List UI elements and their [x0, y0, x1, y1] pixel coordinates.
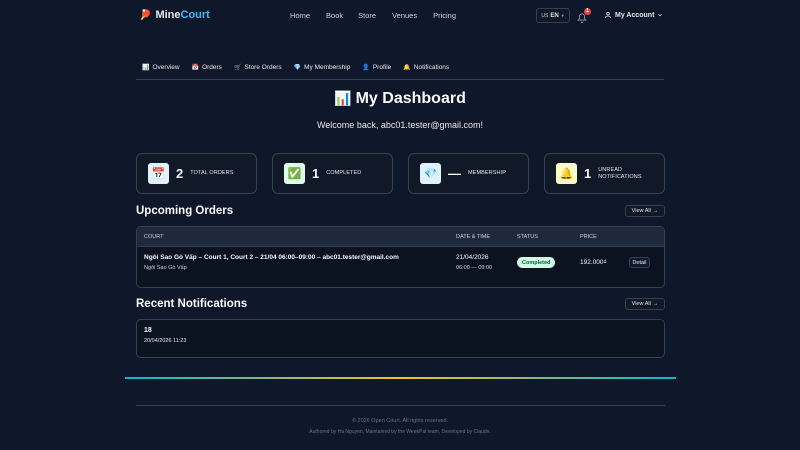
upcoming-orders-title: Upcoming Orders [136, 205, 234, 217]
stat-value: 2 [176, 166, 184, 181]
bell-icon: 🔔 [403, 65, 411, 71]
welcome-message: Welcome back, abc01.tester@gmail.com! [316, 120, 484, 130]
stat-value: 1 [584, 166, 592, 181]
view-all-label: View All [631, 208, 651, 214]
page: 🏓 Mine Court Home Book Store Venues Prici… [0, 0, 800, 450]
chart-icon: 📊 [334, 90, 352, 106]
stats-row: 📅 2 TOTAL ORDERS ✅ 1 COMPLETED 💎 — MEMBE… [136, 153, 665, 194]
table-row: Ngôi Sao Gò Vấp – Court 1, Court 2 – 21/… [137, 247, 664, 287]
language-code: EN [550, 12, 559, 19]
notifications-button[interactable]: 1 [576, 8, 591, 24]
stat-label: UNREAD NOTIFICATIONS [598, 167, 641, 181]
order-court: Ngôi Sao Gò Vấp – Court 1, Court 2 – 21/… [144, 254, 399, 261]
footer-copyright: © 2026 Open Court. All rights reserved. [351, 418, 449, 424]
brand-logo[interactable]: 🏓 Mine Court [139, 9, 210, 21]
stat-label: TOTAL ORDERS [190, 170, 234, 176]
tab-label: Notifications [413, 64, 450, 71]
person-icon: 👤 [362, 65, 370, 71]
page-title-text: My Dashboard [355, 90, 466, 107]
notifications-view-all-button[interactable]: View All → [625, 298, 665, 310]
detail-button[interactable]: Detail [629, 257, 650, 268]
top-nav: 🏓 Mine Court Home Book Store Venues Prici… [0, 0, 800, 32]
notification-item[interactable]: 18 20/04/2026 11:23 [136, 319, 665, 358]
tab-profile[interactable]: 👤 Profile [362, 64, 391, 71]
diamond-icon: 💎 [420, 163, 441, 184]
calendar-icon: 📅 [148, 163, 169, 184]
ping-pong-icon: 🏓 [139, 9, 152, 21]
status-badge: Completed [517, 257, 556, 268]
column-header-status: STATUS [517, 234, 538, 240]
chart-icon: 📊 [142, 65, 150, 71]
dashboard-tabs: 📊 Overview 📅 Orders 🛒 Store Orders 💎 My … [142, 64, 449, 71]
nav-home[interactable]: Home [290, 11, 310, 20]
stat-label: COMPLETED [326, 170, 362, 176]
upcoming-view-all-button[interactable]: View All → [625, 205, 665, 217]
page-title: 📊 My Dashboard [0, 90, 800, 108]
notification-count-badge: 1 [584, 8, 591, 15]
nav-store[interactable]: Store [358, 11, 376, 20]
account-label: My Account [615, 11, 655, 19]
tabs-divider [136, 79, 664, 80]
view-all-label: View All [631, 301, 651, 307]
check-icon: ✅ [284, 163, 305, 184]
brand-name-court: Court [180, 9, 210, 21]
tab-label: Overview [152, 64, 180, 71]
stat-card-completed: ✅ 1 COMPLETED [272, 153, 393, 194]
tab-notifications[interactable]: 🔔 Notifications [403, 64, 449, 71]
notification-title: 18 [144, 327, 152, 334]
tab-label: Store Orders [244, 64, 282, 71]
main-nav: Home Book Store Venues Pricing [290, 11, 456, 20]
brand-name-mine: Mine [155, 9, 181, 21]
column-header-price: PRICE [580, 234, 597, 240]
tab-my-membership[interactable]: 💎 My Membership [294, 64, 351, 71]
footer-authored: Authored by Ha Nguyen, Maintained by the… [309, 429, 491, 435]
arrow-right-icon: → [652, 301, 659, 307]
tab-label: Orders [202, 64, 222, 71]
user-icon [605, 12, 611, 19]
order-time: 06:00 — 09:00 [456, 265, 493, 271]
stat-value: — [448, 166, 461, 181]
recent-notifications-title: Recent Notifications [136, 298, 248, 310]
stat-label-line1: UNREAD [598, 166, 623, 173]
stat-label-line2: NOTIFICATIONS [598, 173, 642, 180]
table-header: COURT DATE & TIME STATUS PRICE [137, 227, 664, 247]
calendar-icon: 📅 [191, 65, 200, 71]
arrow-right-icon: → [652, 208, 659, 214]
nav-pricing[interactable]: Pricing [433, 11, 456, 20]
nav-venues[interactable]: Venues [392, 11, 417, 20]
column-header-datetime: DATE & TIME [456, 234, 491, 240]
tab-overview[interactable]: 📊 Overview [142, 64, 180, 71]
flag-label: US [541, 12, 549, 19]
order-price: 192.000₫ [580, 259, 607, 266]
bell-icon: 🔔 [556, 163, 577, 184]
tab-label: My Membership [304, 64, 351, 71]
order-date: 21/04/2026 [456, 254, 489, 261]
cart-icon: 🛒 [233, 65, 242, 71]
order-venue: Ngôi Sao Gò Vấp [144, 265, 187, 271]
nav-book[interactable]: Book [326, 11, 343, 20]
stat-label: MEMBERSHIP [468, 170, 506, 176]
stat-card-total-orders: 📅 2 TOTAL ORDERS [136, 153, 257, 194]
tab-store-orders[interactable]: 🛒 Store Orders [234, 64, 282, 71]
footer-accent-line [125, 377, 676, 379]
column-header-court: COURT [144, 234, 164, 240]
language-selector[interactable]: US EN ▼ [536, 8, 570, 23]
stat-value: 1 [312, 166, 320, 181]
tab-label: Profile [372, 64, 392, 71]
account-menu[interactable]: My Account [604, 11, 663, 19]
chevron-down-icon: ▼ [560, 13, 565, 18]
diamond-icon: 💎 [293, 65, 302, 71]
notification-time: 20/04/2026 11:23 [144, 338, 187, 344]
stat-card-unread-notifications: 🔔 1 UNREAD NOTIFICATIONS [544, 153, 665, 194]
stat-card-membership: 💎 — MEMBERSHIP [408, 153, 529, 194]
orders-table: COURT DATE & TIME STATUS PRICE Ngôi Sao … [136, 226, 665, 288]
footer-divider [136, 405, 665, 406]
tab-orders[interactable]: 📅 Orders [192, 64, 222, 71]
chevron-down-icon [658, 13, 663, 17]
